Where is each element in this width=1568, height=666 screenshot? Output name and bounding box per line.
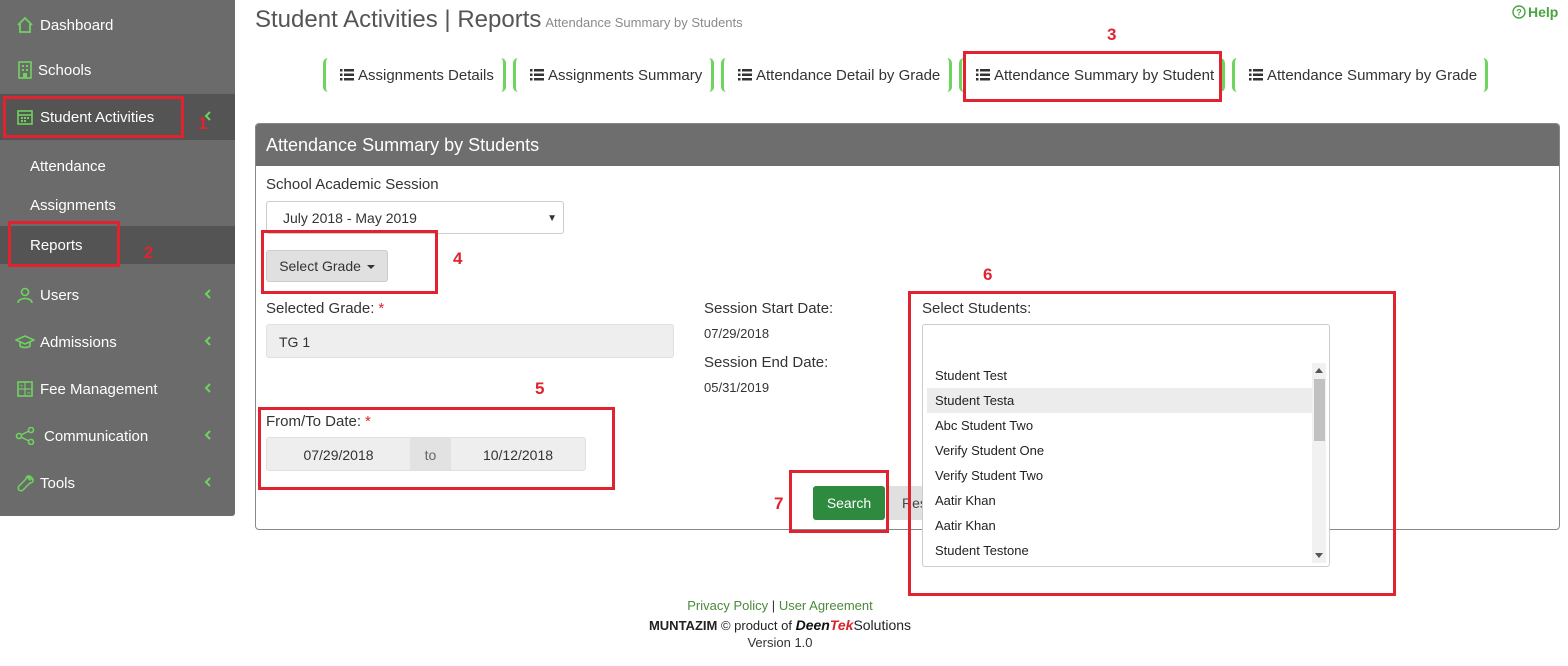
sidebar-item-communication[interactable]: Communication (0, 413, 235, 459)
chevron-left-icon (204, 477, 211, 487)
graduation-cap-icon (14, 331, 36, 353)
company-logo: DeenTekSolutions (796, 617, 911, 633)
sidebar-item-admissions[interactable]: Admissions (0, 319, 235, 365)
list-icon (738, 69, 752, 81)
chevron-left-icon (204, 336, 211, 346)
help-label: Help (1528, 4, 1559, 20)
footer-brand: MUNTAZIM © product of DeenTekSolutions (0, 617, 1560, 633)
annotation-box-5 (258, 407, 615, 490)
chevron-left-icon (204, 289, 211, 299)
sidebar-item-schools[interactable]: Schools (0, 47, 235, 93)
tab-label: Assignments Summary (548, 66, 703, 84)
sidebar-item-label: Admissions (40, 333, 117, 351)
annotation-box-1 (3, 96, 184, 138)
annotation-number-5: 5 (535, 379, 545, 398)
selected-grade-field: TG 1 (266, 324, 674, 358)
sidebar-item-label: Dashboard (40, 16, 114, 34)
annotation-box-4 (261, 230, 438, 294)
session-end-value: 05/31/2019 (704, 380, 770, 395)
privacy-policy-link[interactable]: Privacy Policy (687, 598, 768, 613)
page-subtitle: Attendance Summary by Students (545, 15, 743, 30)
annotation-number-3: 3 (1107, 25, 1117, 44)
chevron-left-icon (204, 430, 211, 440)
calculator-icon: + = (14, 378, 36, 400)
session-select-value: July 2018 - May 2019 (283, 210, 417, 226)
sidebar-item-label: Schools (38, 61, 92, 79)
tab-attendance-summary-by-grade[interactable]: Attendance Summary by Grade (1232, 58, 1488, 92)
tab-assignments-summary[interactable]: Assignments Summary (513, 58, 714, 92)
share-icon (14, 425, 36, 447)
home-icon (14, 14, 36, 36)
list-icon (530, 69, 544, 81)
annotation-number-4: 4 (453, 249, 463, 268)
session-start-label: Session Start Date: (704, 300, 834, 317)
user-agreement-link[interactable]: User Agreement (779, 598, 873, 613)
logo-solutions: Solutions (853, 617, 912, 633)
sidebar-item-tools[interactable]: Tools (0, 460, 235, 506)
svg-text:=: = (27, 391, 31, 397)
sidebar-item-label: Users (40, 286, 80, 304)
help-link[interactable]: ? Help (1512, 4, 1558, 20)
tab-assignments-details[interactable]: Assignments Details (323, 58, 506, 92)
sidebar-sub-item-assignments[interactable]: Assignments (0, 186, 235, 224)
tab-label: Attendance Detail by Grade (756, 66, 941, 84)
tab-attendance-detail-by-grade[interactable]: Attendance Detail by Grade (721, 58, 952, 92)
sidebar-item-label: Fee Management (40, 380, 158, 398)
help-icon: ? (1512, 5, 1526, 19)
chevron-left-icon (204, 383, 211, 393)
session-label: School Academic Session (266, 176, 439, 193)
logo-tek: Tek (829, 617, 854, 633)
annotation-number-7: 7 (774, 494, 784, 513)
sidebar-sub-item-label: Assignments (30, 196, 116, 214)
annotation-box-2 (8, 221, 120, 267)
sidebar-item-label: Communication (44, 427, 149, 445)
footer-links: Privacy Policy | User Agreement (0, 598, 1560, 613)
tab-label: Assignments Details (358, 66, 494, 84)
annotation-box-3 (963, 51, 1222, 102)
panel-title: Attendance Summary by Students (256, 124, 1559, 166)
annotation-box-6 (908, 291, 1396, 596)
sidebar-sub-item-attendance[interactable]: Attendance (0, 147, 235, 185)
caret-down-icon: ▼ (547, 213, 557, 224)
brand-name: MUNTAZIM (648, 618, 718, 633)
product-of-text: © product of (720, 618, 792, 633)
page-title: Student Activities | Reports Attendance S… (255, 6, 743, 34)
sidebar-item-fee-management[interactable]: + = Fee Management (0, 366, 235, 412)
wrench-icon (14, 472, 36, 494)
session-start-value: 07/29/2018 (704, 326, 770, 341)
annotation-box-7 (789, 470, 889, 533)
page-title-text: Student Activities | Reports (255, 6, 542, 33)
footer-version: Version 1.0 (747, 635, 813, 650)
svg-text:+: + (20, 384, 24, 390)
footer-separator: | (771, 598, 776, 613)
building-icon (14, 59, 36, 81)
user-icon (14, 284, 36, 306)
list-icon (1249, 69, 1263, 81)
annotation-number-6: 6 (983, 265, 993, 284)
annotation-number-1: 1 (198, 114, 208, 133)
sidebar-item-dashboard[interactable]: Dashboard (0, 2, 235, 48)
sidebar-sub-item-label: Attendance (30, 157, 106, 175)
sidebar-item-label: Tools (40, 474, 76, 492)
svg-text:?: ? (1516, 8, 1522, 18)
session-end-label: Session End Date: (704, 354, 829, 371)
selected-grade-label: Selected Grade: * (266, 300, 384, 317)
sidebar-item-users[interactable]: Users (0, 272, 235, 318)
list-icon (340, 69, 354, 81)
required-mark: * (378, 300, 385, 317)
annotation-number-2: 2 (144, 243, 154, 262)
logo-deen: Deen (795, 617, 830, 633)
selected-grade-label-text: Selected Grade: (266, 300, 375, 317)
app-root: Dashboard Schools Student Activities Att… (0, 0, 1568, 666)
tab-label: Attendance Summary by Grade (1267, 66, 1478, 84)
